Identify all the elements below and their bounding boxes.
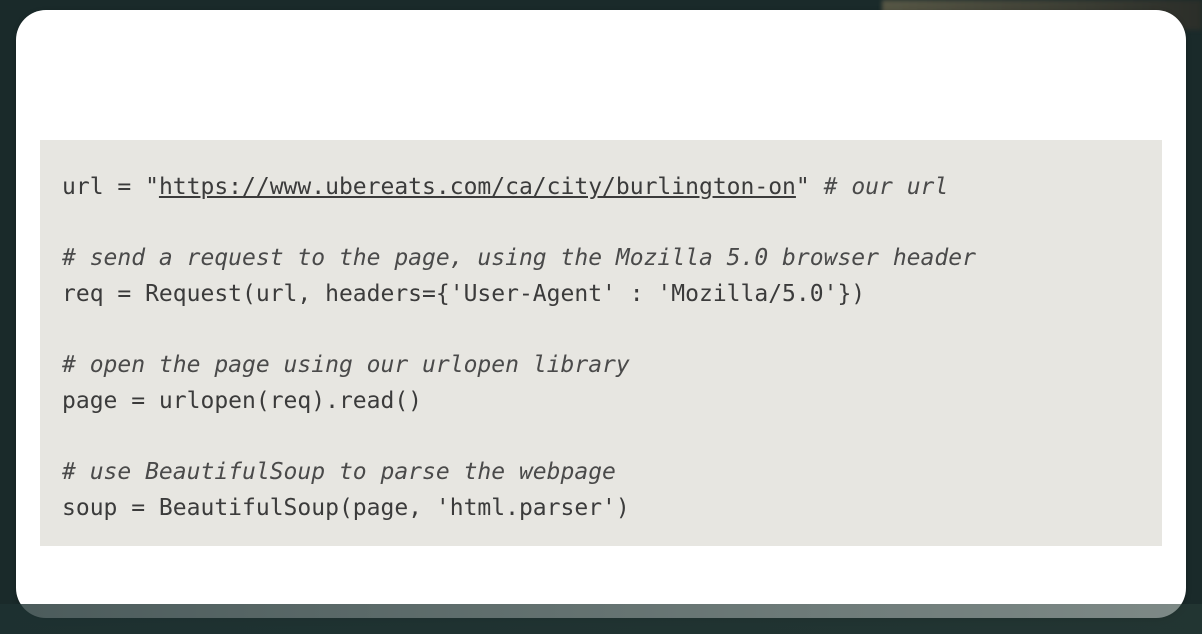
code-line-10: soup = BeautifulSoup(page, 'html.parser'…	[62, 495, 630, 521]
code-line-3-comment: # send a request to the page, using the …	[62, 245, 976, 271]
code-line-1-comment: # our url	[824, 174, 949, 200]
code-line-1-prefix: url = "	[62, 174, 159, 200]
code-line-7: page = urlopen(req).read()	[62, 388, 422, 414]
code-line-6-comment: # open the page using our urlopen librar…	[62, 352, 630, 378]
content-card: url = "https://www.ubereats.com/ca/city/…	[16, 10, 1186, 618]
code-line-4: req = Request(url, headers={'User-Agent'…	[62, 281, 865, 307]
code-block: url = "https://www.ubereats.com/ca/city/…	[40, 140, 1162, 546]
code-line-9-comment: # use BeautifulSoup to parse the webpage	[62, 459, 616, 485]
code-line-1-url: https://www.ubereats.com/ca/city/burling…	[159, 174, 796, 200]
code-content: url = "https://www.ubereats.com/ca/city/…	[62, 170, 1140, 526]
page-background: url = "https://www.ubereats.com/ca/city/…	[0, 0, 1202, 634]
code-line-1-suffix: "	[796, 174, 824, 200]
